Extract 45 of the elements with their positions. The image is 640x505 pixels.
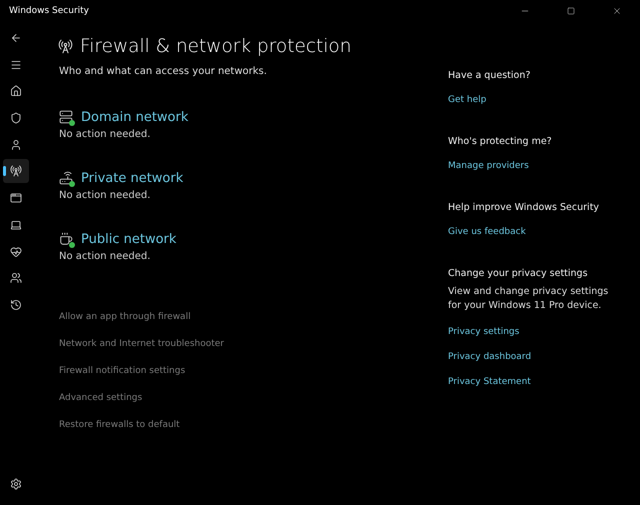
heart-icon	[10, 246, 22, 258]
settings-link[interactable]: Allow an app through firewall	[59, 312, 191, 322]
section-heading: Change your privacy settings	[448, 268, 589, 279]
maximize-icon	[567, 7, 575, 15]
server-icon	[59, 110, 74, 125]
network-status: No action needed.	[59, 190, 152, 201]
network-status: No action needed.	[59, 251, 152, 262]
sidebar-item[interactable]	[3, 159, 29, 184]
laptop-icon	[10, 218, 22, 231]
help-link[interactable]: Privacy settings	[448, 327, 520, 337]
antenna-icon	[10, 165, 22, 178]
settings-link[interactable]: Firewall notification settings	[59, 366, 186, 376]
settings-link[interactable]: Advanced settings	[59, 393, 142, 403]
help-link[interactable]: Get help	[448, 95, 486, 105]
people-icon	[10, 272, 22, 284]
window-icon	[10, 192, 22, 204]
section-text: View and change privacy settings for your Windows 11 Pro device.	[448, 285, 610, 313]
settings-link[interactable]: Restore firewalls to default	[59, 420, 180, 430]
cup-icon	[59, 232, 74, 247]
network-link[interactable]: Private network	[81, 171, 184, 186]
network-link[interactable]: Domain network	[81, 110, 188, 125]
help-link[interactable]: Privacy dashboard	[448, 352, 532, 362]
shield-icon	[10, 112, 22, 124]
page-subtitle: Who and what can access your networks.	[59, 66, 268, 77]
help-link[interactable]: Manage providers	[448, 161, 529, 171]
help-link[interactable]: Give us feedback	[448, 227, 526, 237]
window-title: Windows Security	[9, 6, 89, 16]
section-heading: Who's protecting me?	[448, 136, 553, 147]
network-status: No action needed.	[59, 129, 152, 140]
settings-link[interactable]: Network and Internet troubleshooter	[59, 339, 224, 349]
section-heading: Have a question?	[448, 70, 532, 81]
antenna-icon	[58, 39, 73, 54]
menu-icon	[10, 58, 22, 71]
close-icon	[612, 6, 622, 16]
back-icon	[10, 32, 22, 44]
settings-icon	[10, 478, 22, 490]
person-icon	[10, 138, 22, 151]
help-link[interactable]: Privacy Statement	[448, 377, 531, 387]
history-icon	[10, 298, 22, 311]
section-heading: Help improve Windows Security	[448, 202, 600, 213]
router-icon	[59, 171, 74, 186]
network-link[interactable]: Public network	[81, 232, 176, 247]
home-icon	[10, 85, 22, 98]
selection-indicator	[3, 166, 6, 176]
page-title: Firewall & network protection	[80, 36, 352, 57]
